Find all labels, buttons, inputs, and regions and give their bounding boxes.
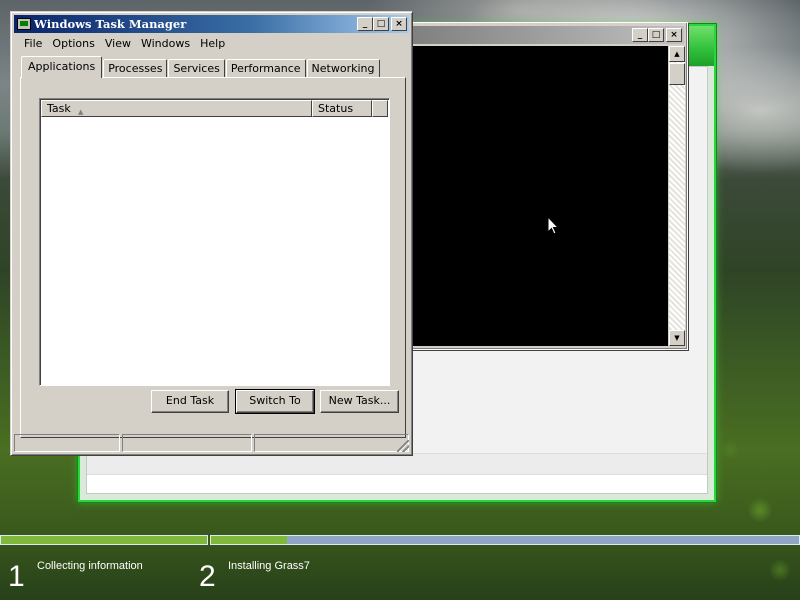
menu-options[interactable]: Options bbox=[47, 37, 99, 50]
console-vertical-scrollbar[interactable]: ▲ ▼ bbox=[669, 46, 685, 346]
progress-step-2-remaining bbox=[287, 536, 799, 544]
menu-view[interactable]: View bbox=[100, 37, 136, 50]
tab-processes[interactable]: Processes bbox=[103, 59, 168, 78]
console-output-area[interactable] bbox=[413, 46, 668, 346]
status-processes bbox=[14, 434, 120, 452]
step-2-number: 2 bbox=[199, 560, 216, 593]
scroll-up-button[interactable]: ▲ bbox=[669, 46, 685, 62]
console-minimize-button[interactable]: _ bbox=[632, 28, 648, 42]
progress-step-1 bbox=[0, 535, 208, 545]
switch-to-button[interactable]: Switch To bbox=[235, 389, 315, 414]
status-memory bbox=[254, 434, 409, 452]
task-manager-app-icon[interactable] bbox=[17, 18, 31, 30]
tab-performance[interactable]: Performance bbox=[225, 59, 306, 78]
tab-networking[interactable]: Networking bbox=[306, 59, 380, 78]
task-manager-window[interactable]: Windows Task Manager _ □ × File Options … bbox=[10, 11, 413, 456]
console-close-button[interactable]: × bbox=[666, 28, 682, 42]
setup-progress-bar bbox=[0, 535, 800, 545]
column-header-status[interactable]: Status bbox=[312, 100, 372, 117]
minimize-button[interactable]: _ bbox=[357, 17, 373, 31]
status-bar bbox=[14, 434, 409, 452]
column-header-filler bbox=[372, 100, 388, 117]
task-list[interactable]: Task ▲ Status bbox=[39, 98, 390, 386]
scroll-thumb[interactable] bbox=[669, 63, 685, 85]
menu-help[interactable]: Help bbox=[195, 37, 230, 50]
tab-services[interactable]: Services bbox=[168, 59, 225, 78]
sort-ascending-icon: ▲ bbox=[78, 108, 84, 116]
applications-panel: Task ▲ Status End Task Switch To New Tas… bbox=[20, 77, 406, 438]
step-1-label: Collecting information bbox=[37, 560, 143, 572]
tab-strip: Applications Processes Services Performa… bbox=[19, 56, 381, 78]
menu-windows[interactable]: Windows bbox=[136, 37, 195, 50]
column-header-task[interactable]: Task ▲ bbox=[41, 100, 312, 117]
menu-bar: File Options View Windows Help bbox=[14, 34, 409, 52]
console-window[interactable]: _ □ × ▲ ▼ bbox=[408, 22, 688, 350]
new-task-button[interactable]: New Task... bbox=[320, 390, 399, 413]
resize-grip-icon[interactable] bbox=[397, 440, 409, 452]
status-cpu bbox=[122, 434, 252, 452]
progress-step-2-fill bbox=[211, 536, 288, 544]
scroll-down-button[interactable]: ▼ bbox=[669, 330, 685, 346]
task-manager-titlebar[interactable]: Windows Task Manager _ □ × bbox=[14, 15, 409, 33]
tab-applications[interactable]: Applications bbox=[21, 56, 103, 78]
setup-footer-band bbox=[87, 453, 707, 475]
window-title: Windows Task Manager bbox=[34, 17, 187, 31]
close-button[interactable]: × bbox=[391, 17, 407, 31]
step-2-label: Installing Grass7 bbox=[228, 560, 310, 572]
end-task-button[interactable]: End Task bbox=[151, 390, 229, 413]
progress-step-1-fill bbox=[1, 536, 207, 544]
progress-step-2 bbox=[210, 535, 800, 545]
column-task-label: Task bbox=[47, 102, 71, 115]
task-list-header: Task ▲ Status bbox=[41, 100, 388, 117]
maximize-button[interactable]: □ bbox=[373, 17, 389, 31]
menu-file[interactable]: File bbox=[19, 37, 47, 50]
mouse-pointer-icon bbox=[547, 216, 560, 235]
console-titlebar[interactable]: _ □ × bbox=[412, 26, 684, 44]
console-maximize-button[interactable]: □ bbox=[648, 28, 664, 42]
setup-bottom-area bbox=[87, 475, 707, 493]
step-1-number: 1 bbox=[8, 560, 25, 593]
